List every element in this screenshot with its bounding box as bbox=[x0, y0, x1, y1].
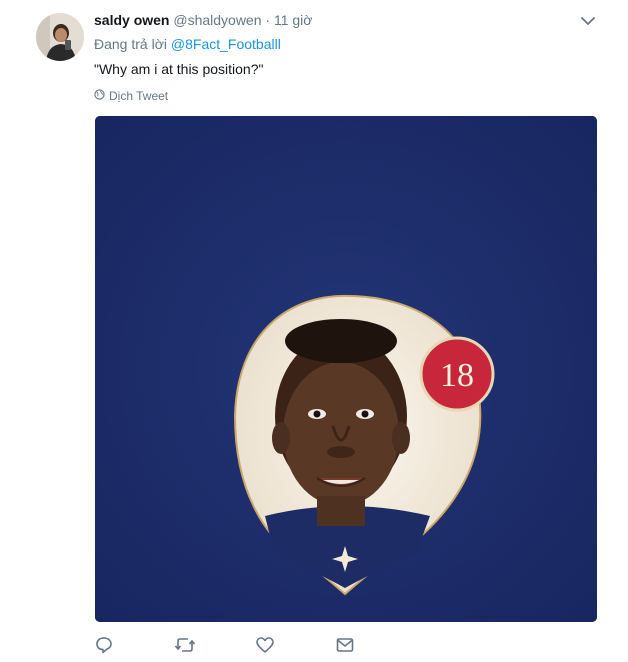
jersey-number-badge: 18 bbox=[440, 357, 474, 394]
tweet-header: saldy owen @shaldyowen · 11 giờ bbox=[94, 12, 312, 28]
globe-icon bbox=[94, 89, 105, 103]
reply-mention-link[interactable]: @8Fact_Footballl bbox=[171, 36, 281, 52]
replying-to: Đang trả lời @8Fact_Footballl bbox=[94, 36, 281, 52]
translate-tweet-link[interactable]: Dịch Tweet bbox=[94, 89, 168, 103]
avatar[interactable] bbox=[36, 13, 84, 61]
chevron-down-icon[interactable] bbox=[578, 12, 598, 30]
tweet-text: "Why am i at this position?" bbox=[94, 61, 264, 77]
replying-prefix: Đang trả lời bbox=[94, 36, 167, 52]
timestamp[interactable]: 11 giờ bbox=[274, 12, 313, 28]
tweet: saldy owen @shaldyowen · 11 giờ Đang trả… bbox=[0, 0, 628, 662]
like-icon[interactable] bbox=[255, 635, 277, 657]
display-name[interactable]: saldy owen bbox=[94, 12, 169, 28]
reply-icon[interactable] bbox=[94, 635, 116, 657]
tweet-media-image[interactable]: 18 bbox=[95, 116, 597, 622]
user-handle[interactable]: @shaldyowen bbox=[173, 12, 261, 28]
direct-message-icon[interactable] bbox=[335, 635, 357, 657]
separator-dot: · bbox=[265, 12, 271, 28]
translate-label: Dịch Tweet bbox=[109, 89, 169, 103]
tweet-actions bbox=[0, 635, 628, 657]
retweet-icon[interactable] bbox=[174, 635, 196, 657]
